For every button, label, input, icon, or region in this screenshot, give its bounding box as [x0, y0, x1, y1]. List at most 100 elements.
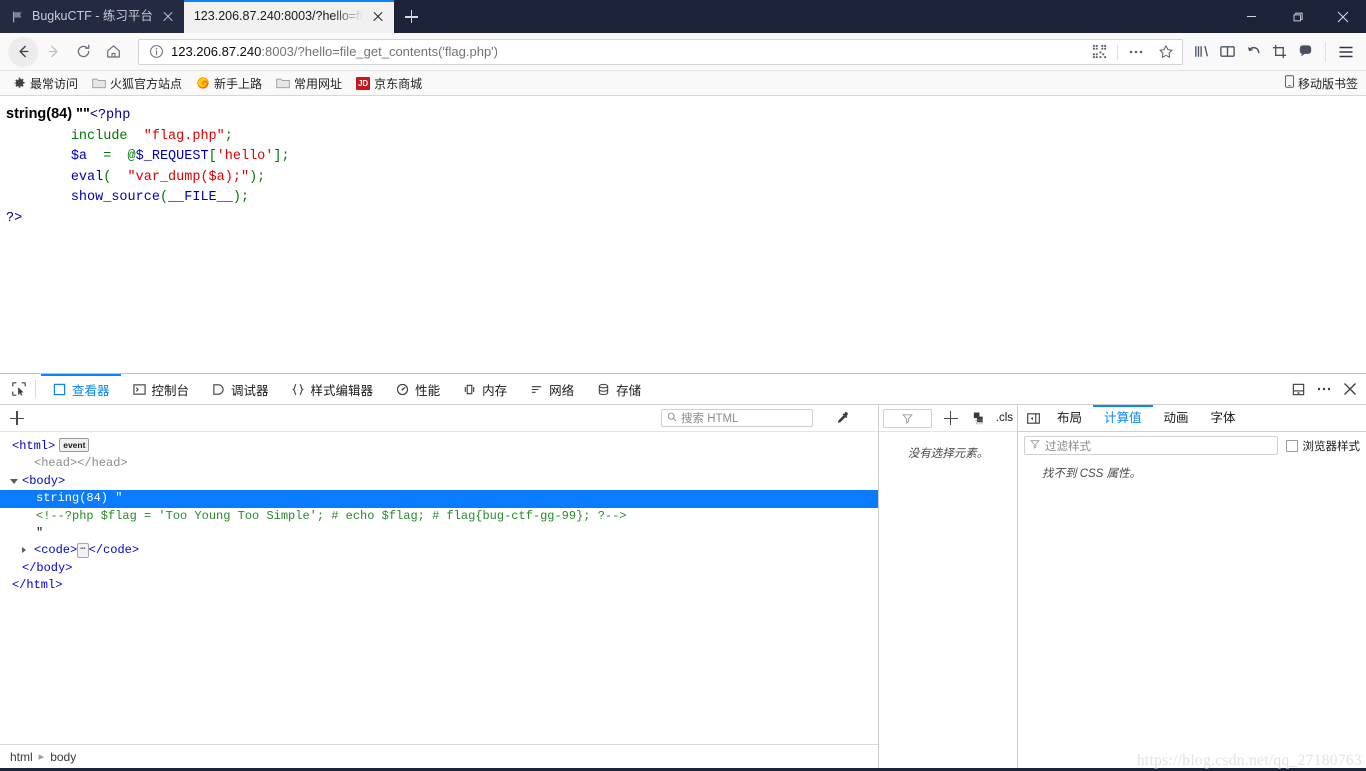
qr-code-icon[interactable] [1087, 40, 1111, 64]
eyedropper-icon[interactable] [831, 407, 853, 429]
tree-node-selected-text[interactable]: string(84) " [0, 490, 878, 508]
mobile-bookmarks-label: 移动版书签 [1297, 76, 1358, 91]
tab-layout[interactable]: 布局 [1046, 405, 1093, 432]
bookmark-firefox-official[interactable]: 火狐官方站点 [86, 73, 188, 94]
browser-styles-checkbox[interactable] [1285, 439, 1298, 452]
info-circle-icon[interactable] [147, 43, 165, 61]
url-bar[interactable]: 123.206.87.240:8003/?hello=file_get_cont… [138, 38, 1183, 65]
performance-icon [395, 382, 410, 397]
tab-title: 123.206.87.240:8003/?hello=file_get_ [193, 9, 363, 23]
event-badge[interactable]: event [59, 438, 90, 452]
tree-node-html-close[interactable]: </html> [0, 577, 878, 594]
panel-toggle-icon[interactable] [1020, 405, 1046, 431]
expand-twisty-icon[interactable] [22, 547, 26, 554]
dock-bottom-icon[interactable] [1286, 377, 1310, 401]
tab-console[interactable]: 控制台 [121, 374, 201, 405]
tab-debugger[interactable]: 调试器 [200, 374, 280, 405]
close-button[interactable] [1320, 0, 1366, 33]
tab-inspector[interactable]: 查看器 [41, 373, 121, 405]
element-picker-icon[interactable] [4, 374, 34, 404]
code-token: ]; [273, 149, 290, 164]
tab-style-editor[interactable]: 样式编辑器 [280, 374, 385, 405]
tree-node-body-close[interactable]: </body> [0, 560, 878, 577]
back-button[interactable] [8, 36, 38, 67]
restore-button[interactable] [1274, 0, 1320, 33]
folder-icon [276, 76, 290, 90]
breadcrumb: html ▸ body [0, 744, 878, 768]
code-token: ; [224, 128, 233, 144]
tab-label: 存储 [616, 383, 642, 398]
close-icon[interactable] [1338, 377, 1362, 401]
browser-styles-toggle[interactable]: 浏览器样式 [1285, 438, 1360, 454]
add-node-button[interactable] [6, 407, 28, 429]
reload-button[interactable] [68, 37, 98, 67]
tree-node-comment[interactable]: <!--?php $flag = 'Too Young Too Simple';… [0, 508, 878, 525]
star-icon[interactable] [1154, 40, 1178, 64]
mobile-bookmarks[interactable]: 移动版书签 [1285, 75, 1358, 92]
tree-node-quote[interactable]: " [0, 525, 878, 542]
devtools-toolbar: 查看器 控制台 调试器 样式编辑器 性能 内存 网络 存储 [0, 373, 1366, 405]
devtools-toolbar-actions [1286, 377, 1362, 401]
url-path: :8003/?hello=file_get_contents('flag.php… [261, 44, 498, 59]
bookmark-common-sites[interactable]: 常用网址 [270, 73, 348, 94]
undo-icon[interactable] [1241, 40, 1265, 64]
computed-filter-input[interactable]: 过滤样式 [1024, 436, 1278, 455]
ellipsis-icon[interactable] [1124, 40, 1148, 64]
breadcrumb-item-body[interactable]: body [50, 750, 76, 764]
cls-button[interactable]: .cls [996, 412, 1013, 424]
collapsed-content-icon[interactable]: ⋯ [77, 543, 89, 559]
add-rule-button[interactable] [940, 407, 962, 429]
computed-tab-list: 布局 计算值 动画 字体 [1018, 404, 1366, 432]
bookmark-jd[interactable]: JD 京东商城 [350, 73, 428, 94]
tab-animations[interactable]: 动画 [1153, 405, 1200, 432]
code-token: ); [249, 169, 266, 185]
minimize-button[interactable] [1228, 0, 1274, 33]
tab-memory[interactable]: 内存 [451, 374, 518, 405]
node-tag: </code> [88, 543, 140, 558]
no-css-properties-message: 找不到 CSS 属性。 [1042, 468, 1142, 480]
tab-close-icon[interactable] [160, 9, 176, 25]
memory-icon [462, 382, 477, 397]
pseudo-class-icon[interactable] [970, 408, 988, 428]
pocket-icon[interactable] [1293, 40, 1317, 64]
tree-node-code[interactable]: <code> ⋯ </code> [0, 542, 878, 559]
breadcrumb-item-html[interactable]: html [10, 750, 33, 764]
style-filter-input[interactable] [883, 408, 932, 428]
tree-node-html-open[interactable]: <html> event [0, 438, 878, 455]
search-html-input[interactable]: 搜索 HTML [661, 409, 813, 427]
tree-node-body-open[interactable]: <body> [0, 473, 878, 490]
tab-network[interactable]: 网络 [518, 374, 585, 405]
library-icon[interactable] [1189, 40, 1213, 64]
inspector-icon [52, 382, 67, 397]
code-token: 'hello' [216, 149, 274, 164]
bookmark-label: 火狐官方站点 [110, 76, 183, 91]
tab-close-icon[interactable] [370, 9, 386, 25]
browser-tab-1[interactable]: BugkuCTF - 练习平台 [0, 0, 184, 33]
code-token: [ [208, 149, 217, 164]
screenshot-icon[interactable] [1267, 40, 1291, 64]
debugger-icon [211, 382, 226, 397]
expand-twisty-icon[interactable] [10, 478, 18, 487]
rules-pane: .cls 没有选择元素。 [879, 405, 1018, 768]
tab-label: 样式编辑器 [310, 383, 374, 398]
tab-storage[interactable]: 存储 [585, 374, 652, 405]
tab-computed[interactable]: 计算值 [1093, 404, 1153, 432]
url-text[interactable]: 123.206.87.240:8003/?hello=file_get_cont… [171, 44, 1081, 59]
browser-tab-2[interactable]: 123.206.87.240:8003/?hello=file_get_ [183, 0, 394, 33]
new-tab-button[interactable] [394, 0, 428, 33]
home-button[interactable] [98, 37, 128, 67]
bookmark-most-visited[interactable]: 最常访问 [6, 73, 84, 94]
tree-node-head[interactable]: <head></head> [0, 455, 878, 472]
code-token: ); [232, 190, 250, 205]
tab-performance[interactable]: 性能 [384, 374, 451, 405]
bookmark-beginner[interactable]: 新手上路 [190, 73, 268, 94]
ellipsis-icon[interactable] [1312, 377, 1336, 401]
tab-fonts[interactable]: 字体 [1200, 405, 1247, 432]
breadcrumb-separator: ▸ [38, 751, 45, 763]
sidebar-icon[interactable] [1215, 40, 1239, 64]
hamburger-menu-icon[interactable] [1334, 40, 1358, 64]
